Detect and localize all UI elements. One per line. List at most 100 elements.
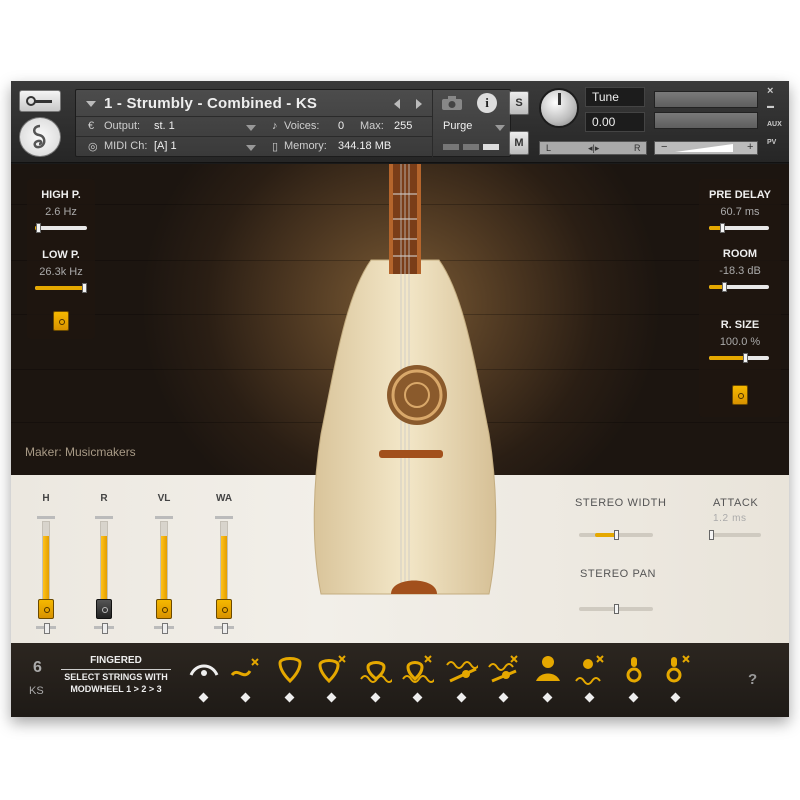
next-instrument-icon[interactable] xyxy=(416,99,422,109)
pre-delay-value: 60.7 ms xyxy=(720,206,760,218)
low-pass-value: 26.3k Hz xyxy=(39,266,83,278)
keyswitch-marker[interactable] xyxy=(326,692,337,703)
fader-vl-pan[interactable] xyxy=(154,623,174,634)
aux-button[interactable]: AUX xyxy=(767,121,782,128)
instrument-logo[interactable] xyxy=(19,117,61,157)
keyswitch-marker[interactable] xyxy=(284,692,295,703)
stereo-width-slider[interactable] xyxy=(579,530,653,540)
attack-value: 1.2 ms xyxy=(713,513,747,524)
instrument-menu-arrow-icon[interactable] xyxy=(86,101,96,107)
close-icon[interactable]: × xyxy=(767,85,773,97)
volume-slider[interactable]: − + xyxy=(654,141,758,155)
keyswitch-marker[interactable] xyxy=(240,692,251,703)
tune-value[interactable]: 0.00 xyxy=(585,112,645,132)
stereo-pan-slider[interactable] xyxy=(579,604,653,614)
fader-vl-toggle[interactable] xyxy=(156,599,172,619)
info-icon[interactable]: i xyxy=(477,93,497,113)
high-pass-slider[interactable] xyxy=(35,223,87,233)
room-size-thumb[interactable] xyxy=(743,353,748,363)
midi-channel-value[interactable]: [A] 1 xyxy=(154,140,177,152)
output-value[interactable]: st. 1 xyxy=(154,120,175,132)
keyswitch-marker[interactable] xyxy=(456,692,467,703)
slide-mute-icon[interactable] xyxy=(230,653,262,685)
output-dropdown-icon[interactable] xyxy=(246,125,256,131)
pick-icon[interactable] xyxy=(274,653,306,685)
fader-h-toggle[interactable] xyxy=(38,599,54,619)
pre-delay-thumb[interactable] xyxy=(720,223,726,233)
drone-icon[interactable] xyxy=(532,653,564,685)
fader-wa-pan[interactable] xyxy=(214,623,234,634)
keyswitch-marker[interactable] xyxy=(542,692,553,703)
room-thumb[interactable] xyxy=(722,282,727,292)
fader-h-fill xyxy=(43,536,49,602)
wave-strum-icon[interactable] xyxy=(446,653,478,685)
arc-icon[interactable] xyxy=(188,653,220,685)
room-size-slider[interactable] xyxy=(709,353,769,363)
fader-r-toggle[interactable] xyxy=(96,599,112,619)
fader-vl-fill xyxy=(161,536,167,602)
pick-mute-icon[interactable] xyxy=(316,653,348,685)
pre-delay-slider[interactable] xyxy=(709,223,769,233)
solo-button[interactable]: S xyxy=(509,91,529,115)
keyswitch-marker[interactable] xyxy=(412,692,423,703)
fader-h-pan[interactable] xyxy=(36,623,56,634)
fader-vl[interactable] xyxy=(160,521,168,603)
low-pass-thumb[interactable] xyxy=(82,283,87,293)
wrench-icon xyxy=(26,96,52,106)
purge-meter-seg xyxy=(483,144,499,150)
reverb-power-toggle[interactable] xyxy=(732,385,748,405)
stereo-pan-label: STEREO PAN xyxy=(580,568,657,580)
fader-wa[interactable] xyxy=(220,521,228,603)
high-pass-thumb[interactable] xyxy=(35,223,41,233)
instrument-window: 1 - Strumbly - Combined - KS € Output: s… xyxy=(11,81,789,717)
stereo-pan-thumb[interactable] xyxy=(614,604,619,614)
stereo-width-thumb[interactable] xyxy=(614,530,619,540)
fader-label-r: R xyxy=(100,493,108,504)
drone-mute-icon[interactable] xyxy=(574,653,606,685)
collapse-icon[interactable]: ▬ xyxy=(767,103,774,110)
mute-button[interactable]: M xyxy=(509,131,529,155)
output-icon: € xyxy=(88,120,95,132)
max-voices-value[interactable]: 255 xyxy=(394,120,412,132)
keyswitch-marker[interactable] xyxy=(670,692,681,703)
tune-knob[interactable] xyxy=(539,88,579,128)
prev-instrument-icon[interactable] xyxy=(394,99,400,109)
max-label: Max: xyxy=(360,120,384,132)
fader-wa-fill xyxy=(221,536,227,602)
pre-delay-label: PRE DELAY xyxy=(709,189,771,201)
volume-plus-label: + xyxy=(747,141,754,153)
purge-menu[interactable]: Purge xyxy=(443,120,472,132)
fader-h[interactable] xyxy=(42,521,50,603)
instrument-name[interactable]: 1 - Strumbly - Combined - KS xyxy=(104,95,317,112)
purge-dropdown-icon[interactable] xyxy=(495,125,505,131)
low-pass-slider[interactable] xyxy=(35,283,87,293)
fader-r-fill xyxy=(101,536,107,602)
pv-button[interactable]: PV xyxy=(767,139,776,146)
attack-thumb[interactable] xyxy=(709,530,714,540)
harmonic-mute-icon[interactable] xyxy=(660,653,692,685)
filter-power-toggle[interactable] xyxy=(53,311,69,331)
voices-value: 0 xyxy=(338,120,345,132)
tremolo-pick-icon[interactable] xyxy=(360,653,392,685)
keyswitch-marker[interactable] xyxy=(584,692,595,703)
fader-r-pan[interactable] xyxy=(94,623,114,634)
camera-icon[interactable] xyxy=(441,95,463,111)
fader-wa-toggle[interactable] xyxy=(216,599,232,619)
midi-dropdown-icon[interactable] xyxy=(246,145,256,151)
voices-icon: ♪ xyxy=(272,120,278,132)
fader-r[interactable] xyxy=(100,521,108,603)
keyswitch-marker[interactable] xyxy=(628,692,639,703)
keyswitch-marker[interactable] xyxy=(498,692,509,703)
keyswitch-marker[interactable] xyxy=(370,692,381,703)
room-slider[interactable] xyxy=(709,282,769,292)
wave-strum-mute-icon[interactable] xyxy=(488,653,520,685)
pan-slider[interactable]: L ◂|▸ R xyxy=(539,141,647,155)
attack-slider[interactable] xyxy=(709,530,761,540)
voices-label: Voices: xyxy=(284,120,320,132)
tremolo-pick-mute-icon[interactable] xyxy=(402,653,434,685)
stereo-width-fill xyxy=(595,533,616,537)
wrench-button[interactable] xyxy=(19,90,61,112)
keyswitch-marker[interactable] xyxy=(198,692,209,703)
filter-panel: HIGH P. 2.6 Hz LOW P. 26.3k Hz xyxy=(27,179,95,339)
harmonic-icon[interactable] xyxy=(618,653,650,685)
